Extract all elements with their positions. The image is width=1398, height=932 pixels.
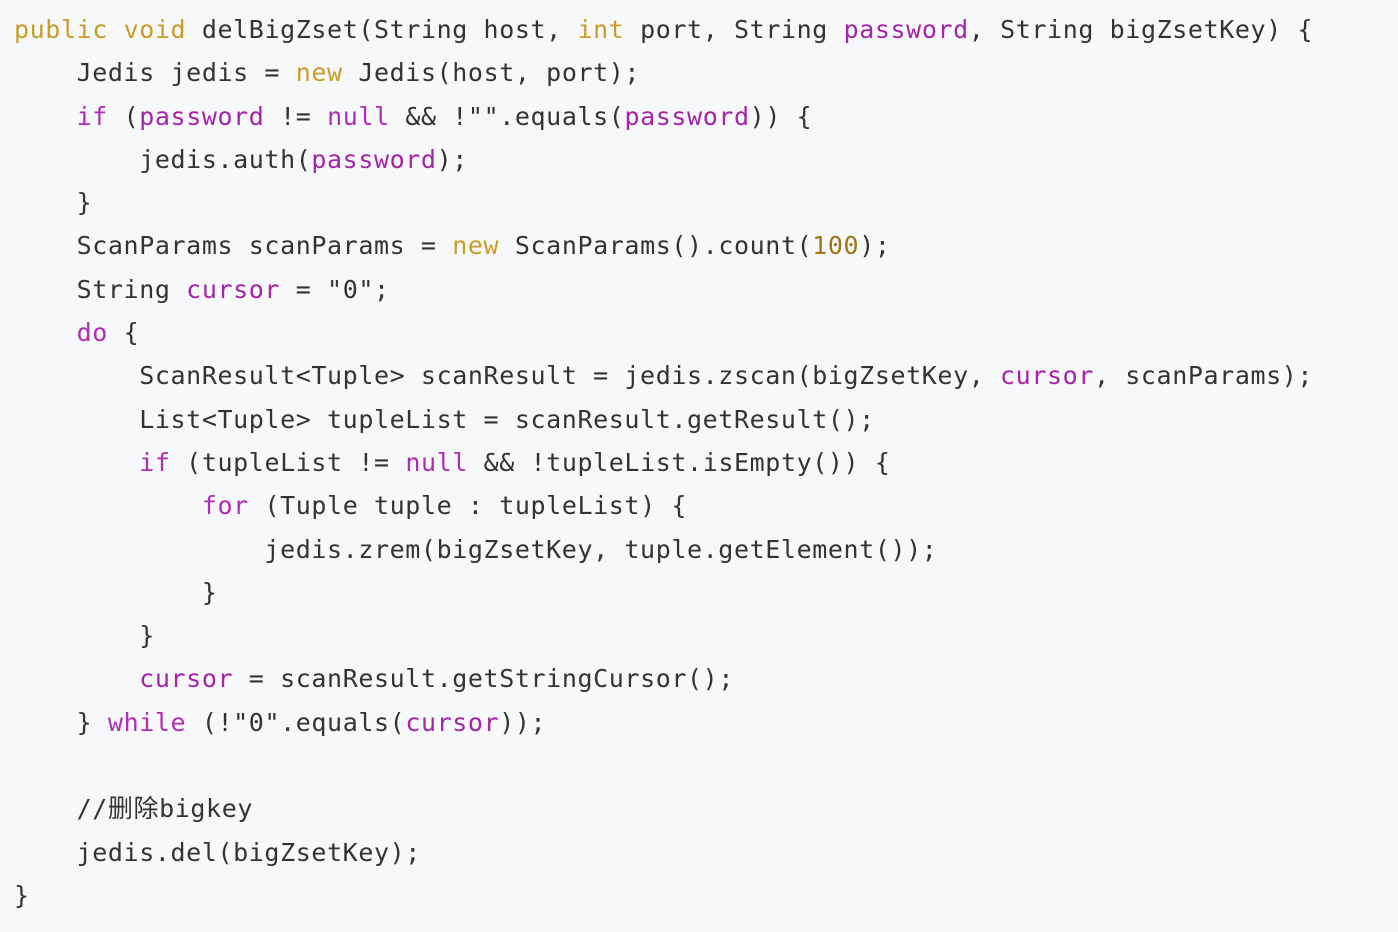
code-token: cursor xyxy=(1000,361,1094,391)
code-line: } while (!"0".equals(cursor)); xyxy=(14,701,1398,744)
code-token: void xyxy=(123,15,187,44)
code-token: = scanResult.getStringCursor(); xyxy=(233,664,734,694)
code-block: public void delBigZset(String host, int … xyxy=(0,0,1398,932)
code-token: delBigZset(String host, xyxy=(186,15,578,44)
code-token: new xyxy=(452,231,500,261)
code-token: do xyxy=(76,318,108,348)
code-line: if (password != null && !"".equals(passw… xyxy=(14,95,1398,138)
code-token: jedis.zrem(bigZsetKey, tuple.getElement(… xyxy=(14,534,938,564)
code-line: } xyxy=(14,571,1398,614)
code-token: port, String xyxy=(624,15,844,44)
code-token: password xyxy=(311,144,437,174)
code-token: null xyxy=(327,101,390,131)
code-token: password xyxy=(139,101,265,131)
code-token: Jedis(host, port); xyxy=(342,58,641,88)
code-line: public void delBigZset(String host, int … xyxy=(14,8,1398,51)
code-token: while xyxy=(107,707,187,737)
code-line: jedis.del(bigZsetKey); xyxy=(14,831,1398,874)
code-line: Jedis jedis = new Jedis(host, port); xyxy=(14,51,1398,94)
code-token: && !tupleList.isEmpty()) { xyxy=(467,447,891,477)
code-token: (!"0".equals( xyxy=(186,707,406,737)
code-token: } xyxy=(14,880,30,910)
code-token: password xyxy=(843,15,969,44)
code-token: List<Tuple> tupleList = scanResult.getRe… xyxy=(14,404,875,434)
code-token: String xyxy=(14,274,187,304)
code-lines: public void delBigZset(String host, int … xyxy=(14,8,1398,917)
code-token: )) { xyxy=(749,101,813,131)
code-token: password xyxy=(624,101,750,131)
code-line: ScanResult<Tuple> scanResult = jedis.zsc… xyxy=(14,354,1398,397)
code-token: (tupleList != xyxy=(170,447,406,477)
code-token: //删除bigkey xyxy=(14,794,254,824)
code-token: ScanParams scanParams = xyxy=(14,231,453,261)
code-line: } xyxy=(14,614,1398,657)
code-line: jedis.auth(password); xyxy=(14,138,1398,181)
code-token: } xyxy=(14,188,93,218)
code-token: ); xyxy=(859,231,891,261)
code-token: { xyxy=(107,318,140,348)
code-token: if xyxy=(139,447,171,477)
code-line: jedis.zrem(bigZsetKey, tuple.getElement(… xyxy=(14,528,1398,571)
code-token: cursor xyxy=(139,664,234,694)
code-token: new xyxy=(295,58,343,88)
code-token: cursor xyxy=(186,274,281,304)
code-token: = "0"; xyxy=(280,274,390,304)
code-line: ScanParams scanParams = new ScanParams()… xyxy=(14,224,1398,267)
code-token: ScanParams().count( xyxy=(499,231,813,261)
code-line: if (tupleList != null && !tupleList.isEm… xyxy=(14,441,1398,484)
code-line: } xyxy=(14,181,1398,224)
code-token: jedis.del(bigZsetKey); xyxy=(14,837,421,867)
code-line: for (Tuple tuple : tupleList) { xyxy=(14,484,1398,527)
code-token: int xyxy=(577,15,625,44)
code-token: public xyxy=(14,15,108,44)
code-line: } xyxy=(14,874,1398,917)
code-token: } xyxy=(14,621,155,651)
code-line: do { xyxy=(14,311,1398,354)
code-token: , String bigZsetKey) { xyxy=(968,15,1314,44)
code-token: ( xyxy=(107,101,140,131)
code-token: if xyxy=(76,101,108,131)
code-token: null xyxy=(405,447,468,477)
code-token: ScanResult<Tuple> scanResult = jedis.zsc… xyxy=(14,361,1001,391)
code-token: (Tuple tuple : tupleList) { xyxy=(248,491,688,521)
code-line: String cursor = "0"; xyxy=(14,268,1398,311)
code-line: cursor = scanResult.getStringCursor(); xyxy=(14,657,1398,700)
code-line: //删除bigkey xyxy=(14,787,1398,830)
code-token: 100 xyxy=(812,231,860,261)
code-token: ); xyxy=(436,144,468,174)
code-token: } xyxy=(14,577,218,607)
code-token: jedis.auth( xyxy=(14,144,312,174)
code-token: != xyxy=(264,101,328,131)
code-token: } xyxy=(14,707,108,737)
code-token: for xyxy=(201,491,249,521)
code-token: cursor xyxy=(405,707,500,737)
code-token: )); xyxy=(499,707,547,737)
code-token: Jedis jedis = xyxy=(14,58,296,88)
code-line: List<Tuple> tupleList = scanResult.getRe… xyxy=(14,398,1398,441)
code-token: && !"".equals( xyxy=(389,101,625,131)
code-token: , scanParams); xyxy=(1093,361,1314,391)
